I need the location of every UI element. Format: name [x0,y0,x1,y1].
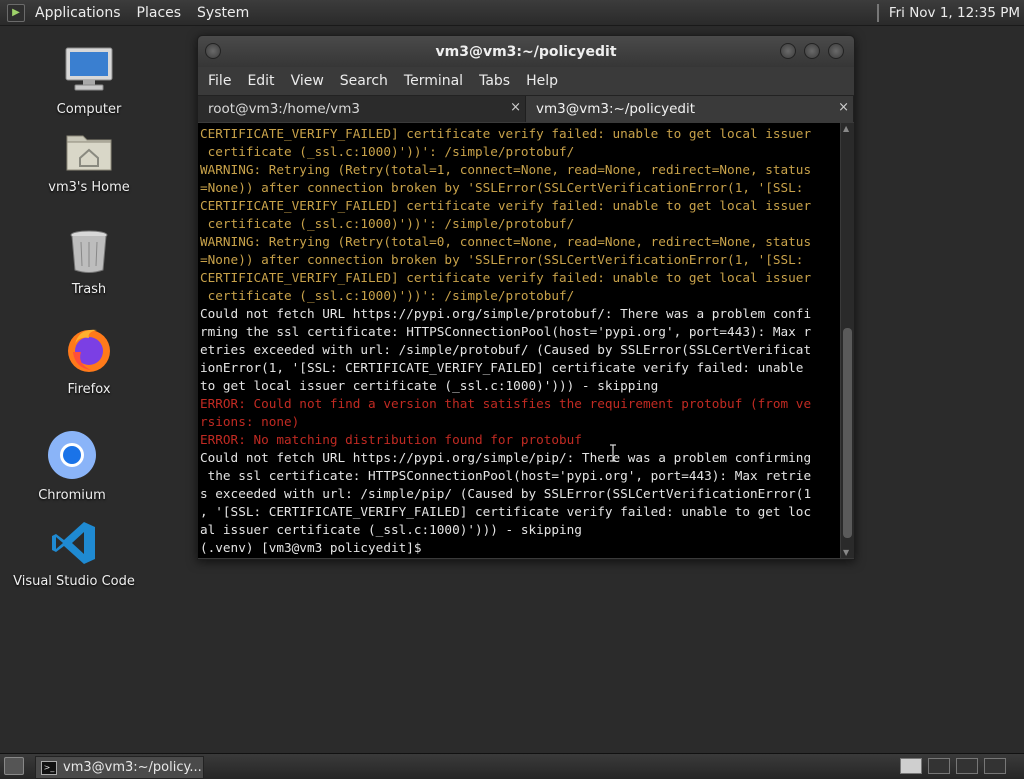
terminal-line: WARNING: Retrying (Retry(total=1, connec… [200,162,812,177]
terminal-line: certificate (_ssl.c:1000)'))': /simple/p… [200,144,575,159]
computer-icon [65,47,113,91]
desktop-icon-label: Computer [56,102,122,117]
workspace-3[interactable] [956,758,978,774]
terminal-menubar: File Edit View Search Terminal Tabs Help [198,67,854,95]
terminal-line: CERTIFICATE_VERIFY_FAILED] certificate v… [200,126,812,141]
tab-close-icon[interactable]: × [510,100,521,115]
desktop-icon-firefox[interactable]: Firefox [24,326,154,397]
chromium-icon [48,431,96,479]
scroll-down-icon[interactable]: ▼ [843,548,849,557]
desktop-icon-label: Trash [71,282,107,297]
vscode-icon [52,522,95,564]
system-menu[interactable]: System [189,5,257,21]
desktop-icon-label: vm3's Home [48,180,130,195]
menu-search[interactable]: Search [332,73,396,89]
panel-separator [876,3,879,22]
terminal-line: the ssl certificate: HTTPSConnectionPool… [200,468,812,483]
close-icon[interactable] [828,43,844,59]
desktop-icon-label: Firefox [67,382,111,397]
menu-help[interactable]: Help [518,73,566,89]
terminal-line: WARNING: Retrying (Retry(total=0, connec… [200,234,812,249]
taskbar-label: vm3@vm3:~/policy... [63,760,202,775]
scrollbar-thumb[interactable] [843,328,852,538]
places-menu[interactable]: Places [129,5,190,21]
firefox-icon [68,329,110,372]
terminal-line: al issuer certificate (_ssl.c:1000)'))) … [200,522,582,537]
top-panel: ▶ Applications Places System Fri Nov 1, … [0,0,1024,26]
terminal-line: CERTIFICATE_VERIFY_FAILED] certificate v… [200,270,812,285]
taskbar-terminal-button[interactable]: >_ vm3@vm3:~/policy... [35,756,204,779]
terminal-line: etries exceeded with url: /simple/protob… [200,342,812,357]
scroll-up-icon[interactable]: ▲ [843,124,849,133]
tab-root[interactable]: root@vm3:/home/vm3 × [198,96,526,122]
window-menu-icon[interactable] [205,43,221,59]
applications-menu-icon[interactable]: ▶ [7,3,25,22]
terminal-line: certificate (_ssl.c:1000)'))': /simple/p… [200,216,575,231]
window-title: vm3@vm3:~/policyedit [435,43,617,60]
terminal-line: =None)) after connection broken by 'SSLE… [200,180,804,195]
trash-icon [70,230,108,273]
tab-label: vm3@vm3:~/policyedit [536,101,696,117]
workspace-1[interactable] [900,758,922,774]
terminal-line: , '[SSL: CERTIFICATE_VERIFY_FAILED] cert… [200,504,812,519]
desktop-icon-computer[interactable]: Computer [24,46,154,117]
terminal-icon: >_ [41,760,57,775]
terminal-line: rsions: none) [200,414,300,429]
window-titlebar[interactable]: vm3@vm3:~/policyedit [198,36,854,67]
terminal-text: CERTIFICATE_VERIFY_FAILED] certificate v… [198,123,840,557]
tab-label: root@vm3:/home/vm3 [208,101,360,117]
desktop-icon-label: Visual Studio Code [13,574,135,589]
terminal-line: s exceeded with url: /simple/pip/ (Cause… [200,486,812,501]
terminal-line: ERROR: Could not find a version that sat… [200,396,812,411]
clock[interactable]: Fri Nov 1, 12:35 PM [889,5,1024,21]
workspace-2[interactable] [928,758,950,774]
minimize-icon[interactable] [780,43,796,59]
menu-terminal[interactable]: Terminal [396,73,471,89]
text-cursor-icon [610,444,616,462]
terminal-line: Could not fetch URL https://pypi.org/sim… [200,306,812,321]
tab-policyedit[interactable]: vm3@vm3:~/policyedit × [526,96,854,122]
terminal-line: ionError(1, '[SSL: CERTIFICATE_VERIFY_FA… [200,360,804,375]
bottom-panel: >_ vm3@vm3:~/policy... [0,753,1024,779]
terminal-line: rming the ssl certificate: HTTPSConnecti… [200,324,812,339]
terminal-line: certificate (_ssl.c:1000)'))': /simple/p… [200,288,575,303]
desktop-icon-chromium[interactable]: Chromium [7,430,137,503]
top-menu: Applications Places System [27,0,257,25]
terminal-line: ERROR: No matching distribution found fo… [200,432,582,447]
terminal-line: CERTIFICATE_VERIFY_FAILED] certificate v… [200,198,812,213]
desktop-icon-vscode[interactable]: Visual Studio Code [9,520,139,589]
terminal-line: Could not fetch URL https://pypi.org/sim… [200,450,812,465]
terminal-line: to get local issuer certificate (_ssl.c:… [200,378,659,393]
applications-menu[interactable]: Applications [27,5,129,21]
terminal-scrollbar[interactable]: ▲ ▼ [841,123,854,558]
terminal-tabs: root@vm3:/home/vm3 × vm3@vm3:~/policyedi… [198,95,854,122]
terminal-window: vm3@vm3:~/policyedit File Edit View Sear… [197,35,855,560]
terminal-line: =None)) after connection broken by 'SSLE… [200,252,804,267]
menu-view[interactable]: View [283,73,332,89]
desktop-icon-label: Chromium [38,488,106,503]
tab-close-icon[interactable]: × [838,100,849,115]
workspace-4[interactable] [984,758,1006,774]
menu-edit[interactable]: Edit [239,73,282,89]
terminal-output[interactable]: CERTIFICATE_VERIFY_FAILED] certificate v… [198,123,840,558]
desktop-icon-home[interactable]: vm3's Home [24,128,154,195]
show-desktop-icon[interactable] [4,757,24,775]
terminal-line: (.venv) [vm3@vm3 policyedit]$ [200,540,422,555]
desktop-icon-trash[interactable]: Trash [24,228,154,297]
workspace-switcher [900,758,1006,774]
maximize-icon[interactable] [804,43,820,59]
menu-file[interactable]: File [200,73,239,89]
home-folder-icon [66,135,112,171]
menu-tabs[interactable]: Tabs [471,73,518,89]
